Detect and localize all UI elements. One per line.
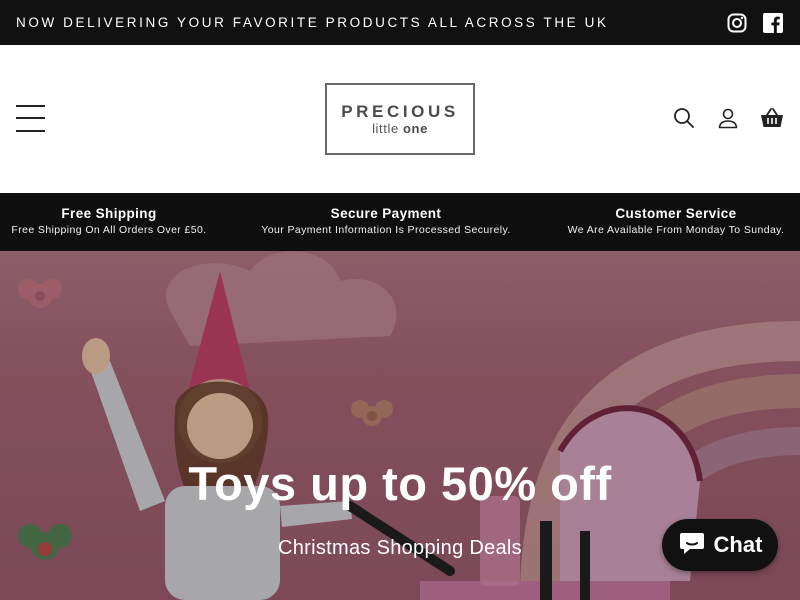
cart-icon[interactable] — [760, 106, 784, 130]
logo-sub-bold: one — [403, 121, 428, 136]
search-icon[interactable] — [672, 106, 696, 130]
facebook-icon[interactable] — [762, 12, 784, 34]
feature-desc: Free Shipping On All Orders Over £50. — [11, 224, 207, 236]
site-logo[interactable]: PRECIOUS little one — [325, 83, 475, 155]
menu-icon[interactable] — [16, 105, 46, 133]
feature-secure-payment: Secure Payment Your Payment Information … — [250, 206, 522, 238]
feature-title: Secure Payment — [330, 206, 442, 221]
social-links — [726, 12, 784, 34]
chat-bubble-icon — [678, 530, 706, 561]
feature-title: Free Shipping — [61, 206, 157, 221]
chat-label: Chat — [713, 532, 763, 557]
features-bar: Free Shipping Free Shipping On All Order… — [0, 193, 800, 251]
logo-main-text: PRECIOUS — [341, 102, 459, 121]
logo-sub-text: little one — [372, 121, 428, 136]
instagram-icon[interactable] — [726, 12, 748, 34]
announcement-text: NOW DELIVERING YOUR FAVORITE PRODUCTS AL… — [16, 15, 609, 30]
feature-desc: We Are Available From Monday To Sunday. — [567, 224, 785, 236]
feature-customer-service: Customer Service We Are Available From M… — [556, 206, 796, 238]
site-header: PRECIOUS little one — [0, 45, 800, 193]
header-actions — [672, 106, 784, 130]
feature-title: Customer Service — [615, 206, 737, 221]
account-icon[interactable] — [716, 106, 740, 130]
logo-sub-light: little — [372, 121, 399, 136]
feature-desc: Your Payment Information Is Processed Se… — [261, 224, 511, 236]
chat-button[interactable]: Chat — [662, 519, 778, 571]
hero-title: Toys up to 50% off — [188, 457, 612, 510]
feature-free-shipping: Free Shipping Free Shipping On All Order… — [0, 206, 218, 238]
announcement-bar: NOW DELIVERING YOUR FAVORITE PRODUCTS AL… — [0, 0, 800, 45]
